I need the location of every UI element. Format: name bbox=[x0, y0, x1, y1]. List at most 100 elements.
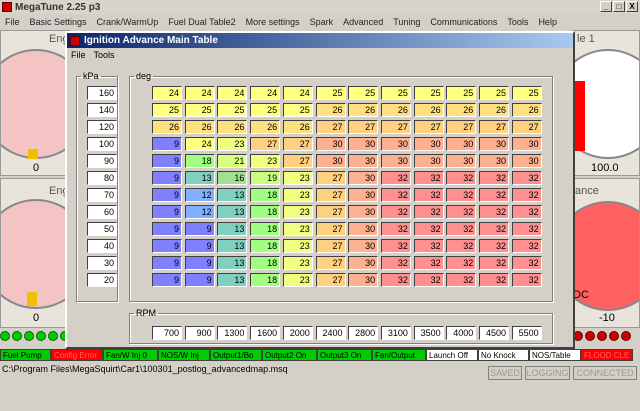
advance-cell[interactable]: 26 bbox=[282, 120, 313, 134]
rpm-value-input[interactable]: 5500 bbox=[511, 326, 542, 340]
advance-cell[interactable]: 13 bbox=[217, 188, 248, 202]
advance-cell[interactable]: 23 bbox=[282, 222, 313, 236]
advance-cell[interactable]: 30 bbox=[348, 205, 379, 219]
advance-cell[interactable]: 18 bbox=[250, 273, 281, 287]
menu-crank-warmup[interactable]: Crank/WarmUp bbox=[92, 17, 164, 27]
advance-cell[interactable]: 32 bbox=[479, 239, 509, 253]
advance-cell[interactable]: 26 bbox=[217, 120, 248, 134]
advance-cell[interactable]: 30 bbox=[446, 137, 477, 151]
advance-cell[interactable]: 27 bbox=[315, 239, 346, 253]
advance-cell[interactable]: 9 bbox=[152, 256, 182, 270]
advance-cell[interactable]: 32 bbox=[413, 188, 444, 202]
menu-tools[interactable]: Tools bbox=[502, 17, 533, 27]
advance-cell[interactable]: 32 bbox=[446, 256, 477, 270]
advance-cell[interactable]: 26 bbox=[446, 103, 477, 117]
advance-cell[interactable]: 25 bbox=[479, 86, 509, 100]
advance-cell[interactable]: 13 bbox=[217, 256, 248, 270]
advance-cell[interactable]: 27 bbox=[315, 273, 346, 287]
kpa-value-input[interactable]: 120 bbox=[87, 120, 117, 134]
advance-cell[interactable]: 27 bbox=[315, 205, 346, 219]
advance-cell[interactable]: 9 bbox=[152, 205, 182, 219]
kpa-value-input[interactable]: 90 bbox=[87, 154, 117, 168]
advance-cell[interactable]: 27 bbox=[511, 120, 542, 134]
advance-cell[interactable]: 32 bbox=[479, 256, 509, 270]
advance-cell[interactable]: 32 bbox=[446, 239, 477, 253]
advance-cell[interactable]: 26 bbox=[184, 120, 215, 134]
advance-cell[interactable]: 9 bbox=[152, 137, 182, 151]
advance-cell[interactable]: 18 bbox=[250, 205, 281, 219]
rpm-value-input[interactable]: 1300 bbox=[217, 326, 248, 340]
maximize-button[interactable]: □ bbox=[613, 1, 625, 12]
advance-cell[interactable]: 25 bbox=[152, 103, 182, 117]
advance-cell[interactable]: 26 bbox=[152, 120, 182, 134]
advance-cell[interactable]: 32 bbox=[511, 205, 542, 219]
advance-cell[interactable]: 23 bbox=[282, 188, 313, 202]
advance-cell[interactable]: 19 bbox=[250, 171, 281, 185]
kpa-value-input[interactable]: 140 bbox=[87, 103, 117, 117]
advance-cell[interactable]: 30 bbox=[348, 188, 379, 202]
advance-cell[interactable]: 32 bbox=[380, 239, 411, 253]
advance-cell[interactable]: 32 bbox=[380, 171, 411, 185]
close-button[interactable]: X bbox=[626, 1, 638, 12]
advance-cell[interactable]: 24 bbox=[184, 86, 215, 100]
advance-cell[interactable]: 32 bbox=[479, 273, 509, 287]
advance-cell[interactable]: 25 bbox=[282, 103, 313, 117]
menu-basic-settings[interactable]: Basic Settings bbox=[25, 17, 92, 27]
advance-cell[interactable]: 9 bbox=[152, 188, 182, 202]
advance-cell[interactable]: 30 bbox=[348, 273, 379, 287]
advance-cell[interactable]: 27 bbox=[479, 120, 509, 134]
advance-cell[interactable]: 32 bbox=[413, 273, 444, 287]
advance-cell[interactable]: 24 bbox=[152, 86, 182, 100]
advance-cell[interactable]: 26 bbox=[380, 103, 411, 117]
advance-cell[interactable]: 32 bbox=[511, 273, 542, 287]
kpa-value-input[interactable]: 100 bbox=[87, 137, 117, 151]
advance-cell[interactable]: 9 bbox=[152, 171, 182, 185]
advance-cell[interactable]: 18 bbox=[250, 222, 281, 236]
rpm-value-input[interactable]: 2800 bbox=[348, 326, 379, 340]
advance-cell[interactable]: 25 bbox=[511, 86, 542, 100]
kpa-value-input[interactable]: 80 bbox=[87, 171, 117, 185]
advance-cell[interactable]: 32 bbox=[511, 239, 542, 253]
advance-cell[interactable]: 25 bbox=[348, 86, 379, 100]
advance-cell[interactable]: 16 bbox=[217, 171, 248, 185]
advance-cell[interactable]: 25 bbox=[217, 103, 248, 117]
menu-tuning[interactable]: Tuning bbox=[388, 17, 425, 27]
advance-cell[interactable]: 9 bbox=[184, 273, 215, 287]
advance-cell[interactable]: 23 bbox=[282, 273, 313, 287]
advance-cell[interactable]: 32 bbox=[446, 273, 477, 287]
advance-cell[interactable]: 32 bbox=[413, 171, 444, 185]
advance-cell[interactable]: 30 bbox=[348, 256, 379, 270]
menu-more-settings[interactable]: More settings bbox=[241, 17, 305, 27]
advance-cell[interactable]: 27 bbox=[446, 120, 477, 134]
menu-spark[interactable]: Spark bbox=[305, 17, 339, 27]
advance-cell[interactable]: 32 bbox=[380, 205, 411, 219]
advance-cell[interactable]: 30 bbox=[348, 154, 379, 168]
kpa-value-input[interactable]: 60 bbox=[87, 205, 117, 219]
advance-cell[interactable]: 32 bbox=[479, 205, 509, 219]
advance-cell[interactable]: 30 bbox=[511, 154, 542, 168]
advance-cell[interactable]: 13 bbox=[217, 273, 248, 287]
menu-communications[interactable]: Communications bbox=[425, 17, 502, 27]
advance-cell[interactable]: 24 bbox=[184, 137, 215, 151]
menu-fuel-dual-table2[interactable]: Fuel Dual Table2 bbox=[163, 17, 240, 27]
advance-cell[interactable]: 25 bbox=[250, 103, 281, 117]
advance-cell[interactable]: 27 bbox=[413, 120, 444, 134]
advance-cell[interactable]: 32 bbox=[511, 256, 542, 270]
advance-cell[interactable]: 32 bbox=[413, 239, 444, 253]
advance-cell[interactable]: 24 bbox=[250, 86, 281, 100]
advance-cell[interactable]: 25 bbox=[380, 86, 411, 100]
dialog-menu-file[interactable]: File bbox=[67, 50, 90, 60]
advance-cell[interactable]: 26 bbox=[315, 103, 346, 117]
advance-cell[interactable]: 9 bbox=[184, 256, 215, 270]
advance-cell[interactable]: 18 bbox=[184, 154, 215, 168]
advance-cell[interactable]: 18 bbox=[250, 239, 281, 253]
advance-cell[interactable]: 26 bbox=[250, 120, 281, 134]
advance-cell[interactable]: 26 bbox=[348, 103, 379, 117]
advance-cell[interactable]: 18 bbox=[250, 256, 281, 270]
advance-cell[interactable]: 27 bbox=[315, 256, 346, 270]
advance-cell[interactable]: 25 bbox=[315, 86, 346, 100]
advance-cell[interactable]: 9 bbox=[152, 239, 182, 253]
advance-cell[interactable]: 30 bbox=[380, 154, 411, 168]
advance-cell[interactable]: 12 bbox=[184, 188, 215, 202]
advance-cell[interactable]: 30 bbox=[479, 154, 509, 168]
